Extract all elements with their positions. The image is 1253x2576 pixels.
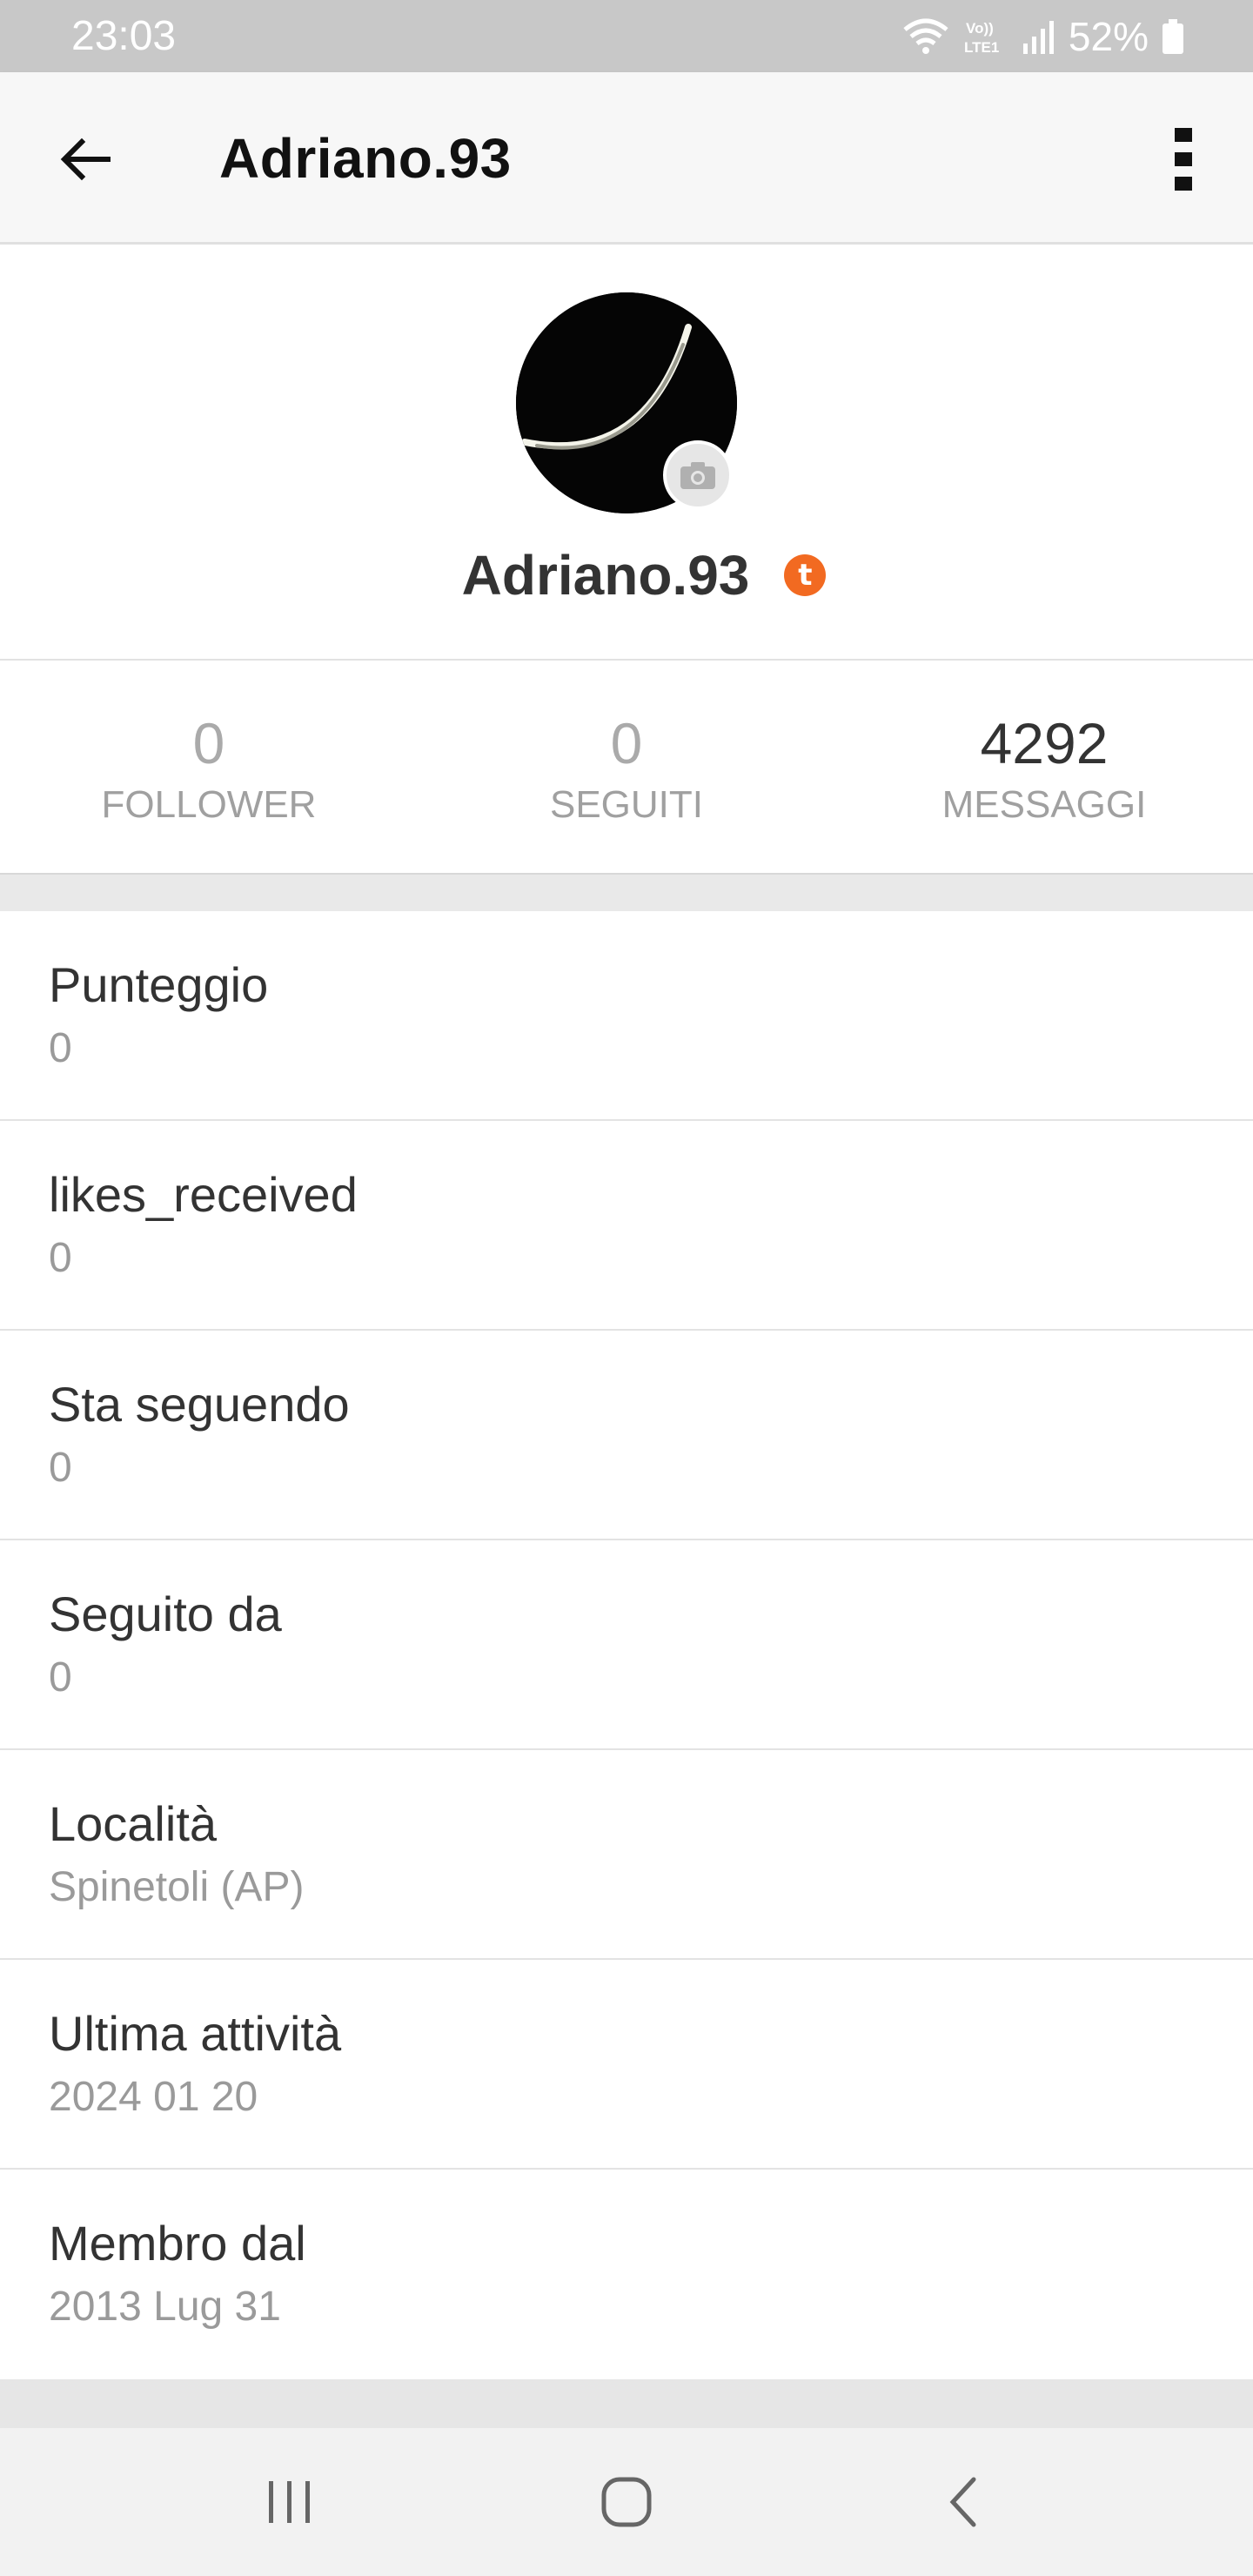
system-nav-bar (0, 2428, 1253, 2576)
page-title: Adriano.93 (219, 127, 512, 190)
change-photo-button[interactable] (663, 440, 733, 510)
camera-icon (680, 462, 715, 489)
profile-stats: 0 FOLLOWER 0 SEGUITI 4292 MESSAGGI (0, 661, 1253, 875)
stat-messages[interactable]: 4292 MESSAGGI (835, 661, 1253, 873)
svg-text:Vo)): Vo)) (966, 20, 994, 37)
battery-percent: 52% (1068, 13, 1149, 59)
info-value: 2013 Lug 31 (49, 2284, 281, 2330)
back-button[interactable] (49, 123, 122, 196)
section-divider (0, 875, 1253, 911)
info-row-score: Punteggio 0 (0, 911, 1253, 1121)
svg-text:LTE1: LTE1 (964, 39, 999, 56)
volte-icon: Vo)) LTE1 (964, 20, 999, 56)
info-label: Località (49, 1796, 218, 1851)
info-value: 0 (49, 1654, 72, 1701)
stat-value: 4292 (980, 711, 1109, 775)
status-bar: 23:03 Vo)) LTE1 52% (0, 0, 1253, 72)
info-label: Membro dal (49, 2216, 306, 2271)
back-icon (949, 2477, 976, 2527)
info-label: Punteggio (49, 957, 269, 1012)
tapatalk-badge-icon: t (784, 554, 827, 596)
system-back-button[interactable] (911, 2450, 1015, 2554)
arrow-left-icon (60, 138, 111, 181)
info-row-location: Località Spinetoli (AP) (0, 1750, 1253, 1960)
stat-label: MESSAGGI (941, 783, 1147, 826)
list-footer-spacer (0, 2379, 1253, 2428)
info-label: likes_received (49, 1167, 358, 1222)
info-value: 0 (49, 1025, 72, 1071)
app-bar: Adriano.93 (0, 72, 1253, 245)
stat-label: SEGUITI (549, 783, 704, 826)
info-row-last-activity: Ultima attività 2024 01 20 (0, 1960, 1253, 2170)
wifi-icon (903, 18, 948, 54)
profile-name: Adriano.93 (461, 544, 750, 607)
more-options-button[interactable] (1149, 123, 1218, 196)
stat-label: FOLLOWER (101, 783, 317, 826)
status-time: 23:03 (71, 13, 177, 59)
info-value: 0 (49, 1235, 72, 1281)
status-icons: Vo)) LTE1 52% (901, 13, 1185, 60)
recent-apps-icon (269, 2481, 311, 2523)
profile-header: Adriano.93 t (0, 245, 1253, 661)
profile-name-row: Adriano.93 t (0, 540, 1253, 610)
info-row-member-since: Membro dal 2013 Lug 31 (0, 2170, 1253, 2379)
info-label: Ultima attività (49, 2006, 342, 2061)
info-row-followed-by[interactable]: Seguito da 0 (0, 1540, 1253, 1750)
home-icon (601, 2477, 652, 2527)
profile-info-list: Punteggio 0 likes_received 0 Sta seguend… (0, 911, 1253, 2379)
stat-value: 0 (610, 711, 643, 775)
info-value: Spinetoli (AP) (49, 1864, 305, 1910)
stat-following[interactable]: 0 SEGUITI (418, 661, 835, 873)
signal-icon (1022, 20, 1054, 54)
stat-followers[interactable]: 0 FOLLOWER (0, 661, 418, 873)
stat-value: 0 (192, 711, 225, 775)
info-label: Sta seguendo (49, 1377, 350, 1432)
more-vert-icon (1175, 128, 1192, 191)
info-row-likes-received: likes_received 0 (0, 1121, 1253, 1331)
battery-icon (1163, 18, 1183, 54)
recent-apps-button[interactable] (238, 2450, 342, 2554)
home-button[interactable] (574, 2450, 679, 2554)
info-label: Seguito da (49, 1587, 282, 1641)
info-value: 2024 01 20 (49, 2074, 258, 2120)
info-row-following[interactable]: Sta seguendo 0 (0, 1331, 1253, 1540)
info-value: 0 (49, 1445, 72, 1491)
